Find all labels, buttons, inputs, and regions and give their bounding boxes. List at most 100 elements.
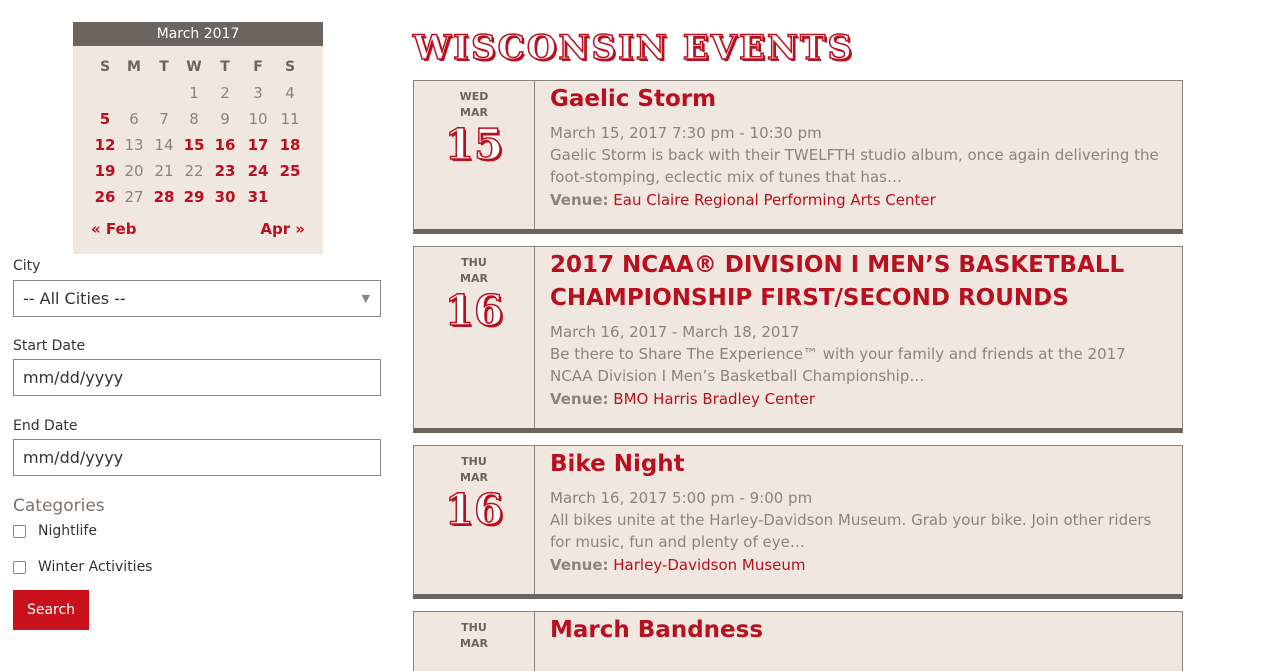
event-time: March 15, 2017 7:30 pm - 10:30 pm <box>550 124 822 142</box>
mini-calendar: March 2017 S M T W T F S 1 2 3 4 5 6 7 8 9 10 11 12… <box>73 22 323 254</box>
search-button[interactable]: Search <box>13 590 89 630</box>
dow-label: S <box>99 59 111 75</box>
city-label: City <box>13 258 41 274</box>
calendar-day: 11 <box>280 110 300 128</box>
calendar-day: 21 <box>154 162 174 180</box>
calendar-day-link[interactable]: 28 <box>149 184 179 210</box>
calendar-week-row: 19 20 21 22 23 24 25 <box>73 158 323 184</box>
event-date-badge: WED MAR 15 <box>414 81 535 229</box>
calendar-day-link[interactable]: 5 <box>90 106 120 132</box>
calendar-day-link[interactable]: 16 <box>210 132 240 158</box>
event-description: Be there to Share The Experience™ with y… <box>550 345 1126 385</box>
event-venue: Venue: Eau Claire Regional Performing Ar… <box>550 188 1166 212</box>
event-time: March 16, 2017 5:00 pm - 9:00 pm <box>550 489 813 507</box>
calendar-day: 3 <box>253 84 263 102</box>
event-body: 2017 NCAA® DIVISION I MEN’S BASKETBALL C… <box>550 247 1166 411</box>
event-venue: Venue: Harley-Davidson Museum <box>550 553 1166 577</box>
checkbox[interactable] <box>13 560 26 574</box>
calendar-day-link[interactable]: 29 <box>179 184 209 210</box>
event-day: 16 <box>444 286 504 336</box>
event-card: WED MAR 15 Gaelic Storm March 15, 2017 7… <box>413 80 1183 234</box>
calendar-prev-month-link[interactable]: « Feb <box>91 220 136 238</box>
category-label: Winter Activities <box>38 559 153 575</box>
calendar-day-link[interactable]: 12 <box>90 132 120 158</box>
venue-link[interactable]: Harley-Davidson Museum <box>613 556 805 574</box>
calendar-day: 27 <box>124 188 144 206</box>
event-weekday: THU <box>461 256 487 269</box>
calendar-next-month-link[interactable]: Apr » <box>260 220 305 238</box>
dow-label: T <box>159 59 169 75</box>
calendar-day: 14 <box>154 136 174 154</box>
calendar-day: 6 <box>129 110 139 128</box>
calendar-day-link[interactable]: 30 <box>210 184 240 210</box>
calendar-day: 1 <box>189 84 199 102</box>
event-month: MAR <box>460 272 488 285</box>
categories-label: Categories <box>13 496 105 516</box>
calendar-dow-row: S M T W T F S <box>73 54 323 80</box>
calendar-week-row: 26 27 28 29 30 31 <box>73 184 323 210</box>
event-body: March Bandness <box>550 612 1166 647</box>
venue-label: Venue: <box>550 191 609 209</box>
dow-label: W <box>186 59 202 75</box>
event-card: THU MAR March Bandness <box>413 611 1183 671</box>
event-card: THU MAR 16 2017 NCAA® DIVISION I MEN’S B… <box>413 246 1183 433</box>
event-venue: Venue: BMO Harris Bradley Center <box>550 387 1166 411</box>
end-date-label: End Date <box>13 418 78 434</box>
start-date-input[interactable]: mm/dd/yyyy <box>13 359 381 396</box>
venue-link[interactable]: Eau Claire Regional Performing Arts Cent… <box>613 191 935 209</box>
event-body: Gaelic Storm March 15, 2017 7:30 pm - 10… <box>550 81 1166 212</box>
calendar-grid: S M T W T F S 1 2 3 4 5 6 7 8 9 10 11 12 13 14 15 16 17 1… <box>73 54 323 210</box>
calendar-day-link[interactable]: 24 <box>243 158 273 184</box>
calendar-day-link[interactable]: 18 <box>275 132 305 158</box>
calendar-day: 8 <box>189 110 199 128</box>
event-date-badge: THU MAR 16 <box>414 446 535 594</box>
event-day: 16 <box>444 485 504 535</box>
dow-label: F <box>253 59 263 75</box>
city-select[interactable]: -- All Cities -- ▼ <box>13 280 381 317</box>
event-time: March 16, 2017 - March 18, 2017 <box>550 323 800 341</box>
event-month: MAR <box>460 471 488 484</box>
calendar-month-title: March 2017 <box>73 22 323 46</box>
calendar-day-link[interactable]: 26 <box>90 184 120 210</box>
dow-label: M <box>127 59 141 75</box>
event-month: MAR <box>460 637 488 650</box>
calendar-day-link[interactable]: 23 <box>210 158 240 184</box>
calendar-day: 4 <box>285 84 295 102</box>
calendar-week-row: 12 13 14 15 16 17 18 <box>73 132 323 158</box>
calendar-day-link[interactable]: 19 <box>90 158 120 184</box>
calendar-day: 20 <box>124 162 144 180</box>
start-date-label: Start Date <box>13 338 86 354</box>
calendar-day: 10 <box>248 110 268 128</box>
calendar-day: 9 <box>220 110 230 128</box>
event-weekday: WED <box>459 90 489 103</box>
event-title-link[interactable]: March Bandness <box>550 614 1166 647</box>
event-title-link[interactable]: 2017 NCAA® DIVISION I MEN’S BASKETBALL C… <box>550 249 1166 315</box>
event-weekday: THU <box>461 621 487 634</box>
event-day: 15 <box>444 120 504 170</box>
event-date-badge: THU MAR 16 <box>414 247 535 428</box>
calendar-day: 13 <box>124 136 144 154</box>
page-title: WISCONSIN EVENTS <box>412 27 854 69</box>
category-winter-activities[interactable]: Winter Activities <box>13 559 152 575</box>
event-date-badge: THU MAR <box>414 612 535 671</box>
calendar-day-link[interactable]: 15 <box>179 132 209 158</box>
calendar-day: 22 <box>184 162 204 180</box>
category-nightlife[interactable]: Nightlife <box>13 523 97 539</box>
calendar-day-link[interactable]: 17 <box>243 132 273 158</box>
calendar-day: 2 <box>220 84 230 102</box>
venue-link[interactable]: BMO Harris Bradley Center <box>613 390 815 408</box>
end-date-input[interactable]: mm/dd/yyyy <box>13 439 381 476</box>
calendar-day: 7 <box>159 110 169 128</box>
event-title-link[interactable]: Gaelic Storm <box>550 83 1166 116</box>
calendar-day-link[interactable]: 31 <box>243 184 273 210</box>
venue-label: Venue: <box>550 390 609 408</box>
checkbox[interactable] <box>13 524 26 538</box>
event-body: Bike Night March 16, 2017 5:00 pm - 9:00… <box>550 446 1166 577</box>
event-month: MAR <box>460 106 488 119</box>
dow-label: S <box>284 59 296 75</box>
dow-label: T <box>220 59 230 75</box>
event-title-link[interactable]: Bike Night <box>550 448 1166 481</box>
calendar-day-link[interactable]: 25 <box>275 158 305 184</box>
event-card: THU MAR 16 Bike Night March 16, 2017 5:0… <box>413 445 1183 599</box>
calendar-week-row: 5 6 7 8 9 10 11 <box>73 106 323 132</box>
